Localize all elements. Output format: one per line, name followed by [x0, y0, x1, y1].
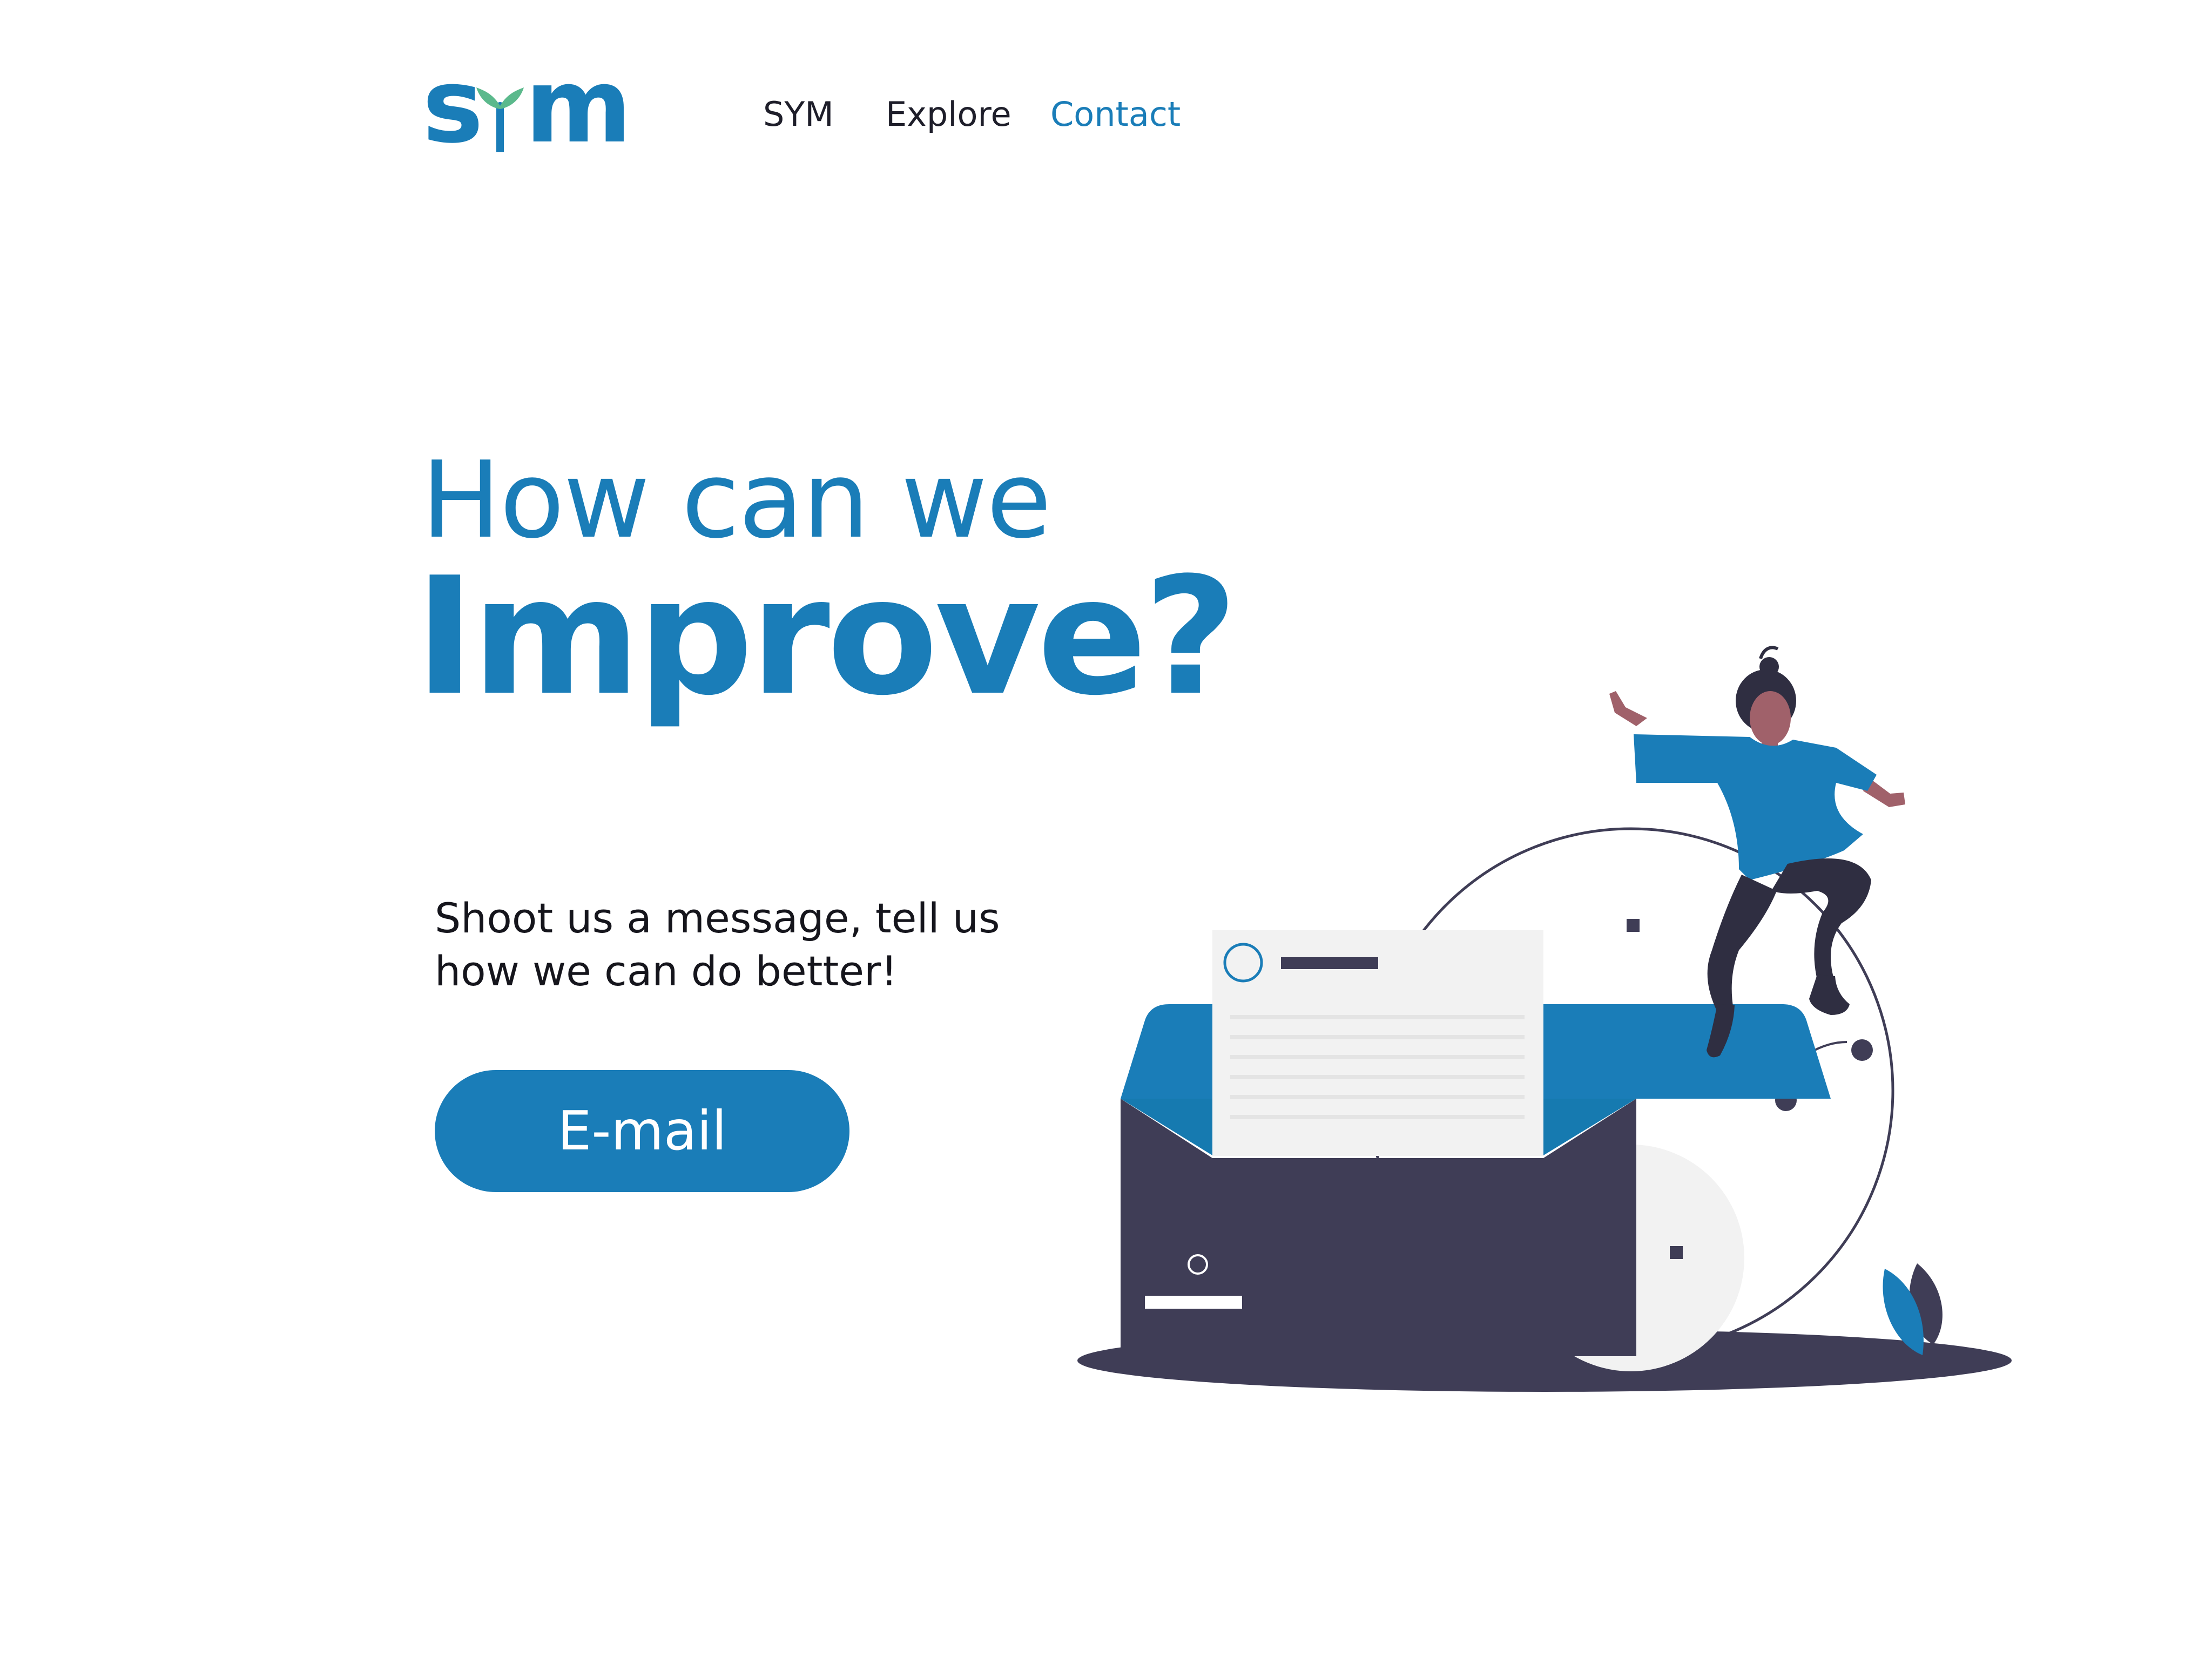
nav-item-contact[interactable]: Contact: [1050, 93, 1181, 136]
nav-item-explore[interactable]: Explore: [886, 93, 1011, 136]
main-nav: SYM Explore Contact: [0, 93, 2212, 136]
round-dot-1: [1851, 1039, 1873, 1061]
letter-line: [1230, 1075, 1525, 1079]
letter-avatar: [1223, 943, 1263, 983]
email-button[interactable]: E-mail: [435, 1070, 849, 1192]
letter-heading-bar: [1281, 957, 1378, 969]
hero-subtext-line-2: how we can do better!: [435, 947, 898, 995]
square-dot-1: [1627, 919, 1640, 932]
letter-line: [1230, 1015, 1525, 1019]
letter-line: [1230, 1035, 1525, 1039]
nav-item-sym[interactable]: SYM: [763, 93, 834, 136]
hero-subtext: Shoot us a message, tell us how we can d…: [435, 892, 1083, 998]
letter-line: [1230, 1055, 1525, 1059]
hero-subtext-line-1: Shoot us a message, tell us: [435, 894, 1000, 942]
letter-line: [1230, 1115, 1525, 1119]
envelope-label-bar: [1145, 1296, 1242, 1309]
jumping-person: [1609, 646, 1905, 1058]
mail-illustration: [1077, 646, 2012, 1392]
letter-line: [1230, 1095, 1525, 1099]
square-dot-2: [1670, 1246, 1683, 1259]
